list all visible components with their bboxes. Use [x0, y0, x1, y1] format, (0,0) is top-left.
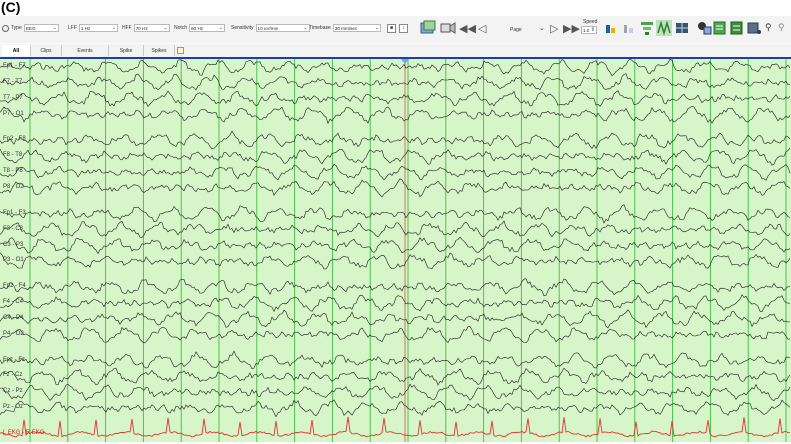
- channel-label: Fp1 - F7: [3, 63, 26, 69]
- tab-spikes[interactable]: Spikes: [144, 45, 175, 56]
- lff-select[interactable]: 1 Hz ⌄: [78, 24, 118, 32]
- tab-events[interactable]: Events: [62, 45, 109, 56]
- zoom-in-icon[interactable]: ⚲: [765, 22, 772, 33]
- channel-label: Pz - Oz: [3, 404, 24, 411]
- channel-label: Fpz - Fz: [3, 356, 25, 363]
- montage-icon[interactable]: [420, 20, 436, 36]
- chevron-down-icon: ⌄: [111, 25, 116, 31]
- timebase-select[interactable]: 30 mm/sec ⌄: [332, 24, 381, 32]
- tab-spike[interactable]: Spike: [109, 45, 144, 56]
- channel-label: P8 - O2: [3, 183, 24, 190]
- hff-select[interactable]: 70 Hz ⌄: [133, 24, 170, 32]
- channel-label: P4 - O2: [3, 330, 24, 337]
- notch-control: Notch 60 Hz ⌄: [174, 24, 226, 32]
- chevron-down-icon: ⌄: [374, 25, 379, 31]
- annotation-icon[interactable]: [623, 21, 635, 35]
- lff-value: 1 Hz: [80, 25, 91, 31]
- page-label: Page: [510, 27, 522, 33]
- tab-bar: All Clips Events Spike Spikes: [0, 44, 791, 59]
- channel-label: F8 - T8: [3, 152, 23, 159]
- skip-back-icon[interactable]: ◀◀: [459, 22, 476, 35]
- marker-icon[interactable]: [605, 21, 617, 35]
- channel-label: P3 - O1: [3, 257, 24, 264]
- page-dropdown-icon[interactable]: ⌄: [539, 24, 545, 32]
- report-icon[interactable]: [713, 20, 727, 36]
- hff-control: HFF 70 Hz ⌄: [122, 24, 170, 32]
- speed-spinner[interactable]: 1.0 ⇕: [581, 26, 597, 34]
- channel-label: C3 - P3: [3, 241, 24, 248]
- tab-add[interactable]: [175, 45, 185, 56]
- channel-label: F4 - C4: [3, 299, 24, 306]
- notch-select[interactable]: 60 Hz ⌄: [189, 24, 226, 32]
- channel-label: F3 - C3: [3, 225, 24, 232]
- export-icon[interactable]: [730, 20, 744, 36]
- patient-icon[interactable]: [696, 20, 712, 36]
- channel-label: T7 - P7: [3, 94, 23, 101]
- type-value: EEG: [25, 25, 36, 31]
- channel-label: C4 - P4: [3, 314, 24, 321]
- split-view-button[interactable]: ■: [387, 24, 396, 33]
- hff-label: HFF: [122, 25, 132, 31]
- notch-value: 60 Hz: [191, 25, 204, 31]
- toolbar: Type EEG ⌄ LFF 1 Hz ⌄ HFF 70 Hz ⌄ Notch …: [0, 16, 791, 43]
- channel-label: P7 - O1: [3, 110, 24, 117]
- eeg-traces[interactable]: [0, 58, 791, 442]
- lff-control: LFF 1 Hz ⌄: [68, 24, 118, 32]
- type-control: Type EEG ⌄: [2, 24, 59, 32]
- tab-clips[interactable]: Clips: [31, 45, 62, 56]
- sensitivity-select[interactable]: 10 uV/mm ⌄: [255, 24, 310, 32]
- channel-label: Fz - Cz: [3, 372, 23, 379]
- chevron-down-icon: ⌄: [303, 25, 308, 31]
- sensitivity-control: Sensitivity 10 uV/mm ⌄: [231, 24, 310, 32]
- type-select[interactable]: EEG ⌄: [23, 24, 59, 32]
- video-icon[interactable]: [440, 20, 456, 36]
- figure-panel-label: (C): [1, 0, 21, 15]
- settings-list-icon[interactable]: [747, 20, 761, 36]
- channel-label: Cz - Pz: [3, 388, 23, 395]
- notch-label: Notch: [174, 25, 188, 31]
- speed-value: 1.0: [583, 27, 590, 33]
- channel-label: Fp1 - F3: [3, 209, 26, 216]
- sensitivity-value: 10 uV/mm: [257, 25, 279, 31]
- timebase-value: 30 mm/sec: [334, 25, 358, 31]
- timebase-control: Timebase 30 mm/sec ⌄: [309, 24, 381, 32]
- new-tab-icon: [176, 47, 184, 54]
- zoom-out-icon[interactable]: ⚲: [778, 22, 785, 33]
- lff-label: LFF: [68, 25, 77, 31]
- chevron-down-icon: ⌄: [163, 25, 168, 31]
- channel-label: Fp2 - F4: [3, 283, 26, 290]
- skip-forward-icon[interactable]: ▶▶: [563, 22, 580, 35]
- grid-icon[interactable]: [675, 20, 689, 36]
- sensitivity-label: Sensitivity: [231, 25, 254, 31]
- step-forward-icon[interactable]: ▷: [550, 22, 558, 35]
- hff-value: 70 Hz: [135, 25, 148, 31]
- chevron-down-icon: ⌄: [52, 25, 57, 31]
- channel-label: F7 - T7: [3, 78, 23, 85]
- settings-icon[interactable]: [2, 24, 9, 32]
- spike-detect-icon[interactable]: [656, 20, 672, 36]
- timebase-label: Timebase: [309, 25, 331, 31]
- spinner-icon: ⇕: [590, 27, 595, 33]
- filter-icon[interactable]: [640, 20, 654, 36]
- chevron-down-icon: ⌄: [218, 25, 224, 31]
- channel-label: Fp2 - F8: [3, 136, 26, 143]
- channel-label: T8 - P8: [3, 168, 23, 175]
- toggle-view-button[interactable]: ↕: [399, 24, 408, 33]
- speed-label: Speed: [583, 19, 598, 25]
- step-back-icon[interactable]: ◁: [478, 22, 486, 35]
- channel-label: L EKG - R EKG: [3, 430, 45, 436]
- type-label: Type: [11, 25, 22, 31]
- tab-all[interactable]: All: [2, 45, 31, 56]
- eeg-waveform-panel[interactable]: Fp1 - F7 F7 - T7 T7 - P7 P7 - O1 Fp2 - F8 F8 …: [0, 58, 791, 442]
